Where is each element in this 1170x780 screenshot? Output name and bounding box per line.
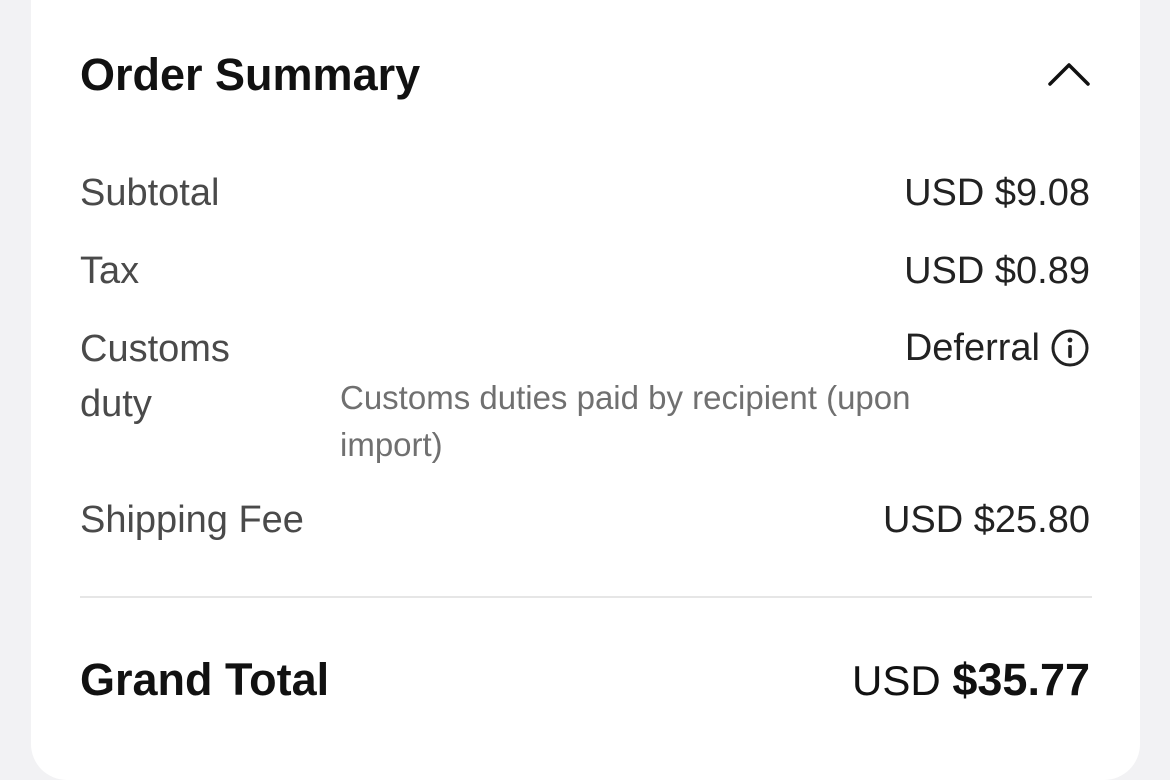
subtotal-label: Subtotal — [80, 172, 220, 214]
grand-total-currency: USD — [852, 657, 953, 704]
customs-duty-label-line2: duty — [80, 383, 152, 425]
tax-label: Tax — [80, 250, 140, 292]
shipping-fee-label: Shipping Fee — [80, 499, 304, 541]
customs-duty-deferral-text: Deferral — [904, 327, 1040, 369]
grand-total-value: USD $35.77 — [852, 653, 1090, 718]
grand-total-label: Grand Total — [80, 654, 330, 705]
info-icon[interactable] — [1050, 328, 1090, 368]
shipping-fee-value: USD $25.80 — [882, 499, 1090, 541]
grand-total-amount: $35.77 — [952, 654, 1090, 705]
divider — [80, 596, 1092, 598]
customs-duty-label-line1: Customs — [80, 328, 230, 370]
tax-value: USD $0.89 — [904, 250, 1090, 292]
customs-duty-note: Customs duties paid by recipient (upon i… — [340, 379, 911, 463]
order-summary-title: Order Summary — [80, 49, 421, 100]
customs-duty-value: Deferral — [905, 325, 1090, 371]
subtotal-value: USD $9.08 — [904, 172, 1090, 214]
chevron-up-icon[interactable] — [1044, 54, 1094, 94]
